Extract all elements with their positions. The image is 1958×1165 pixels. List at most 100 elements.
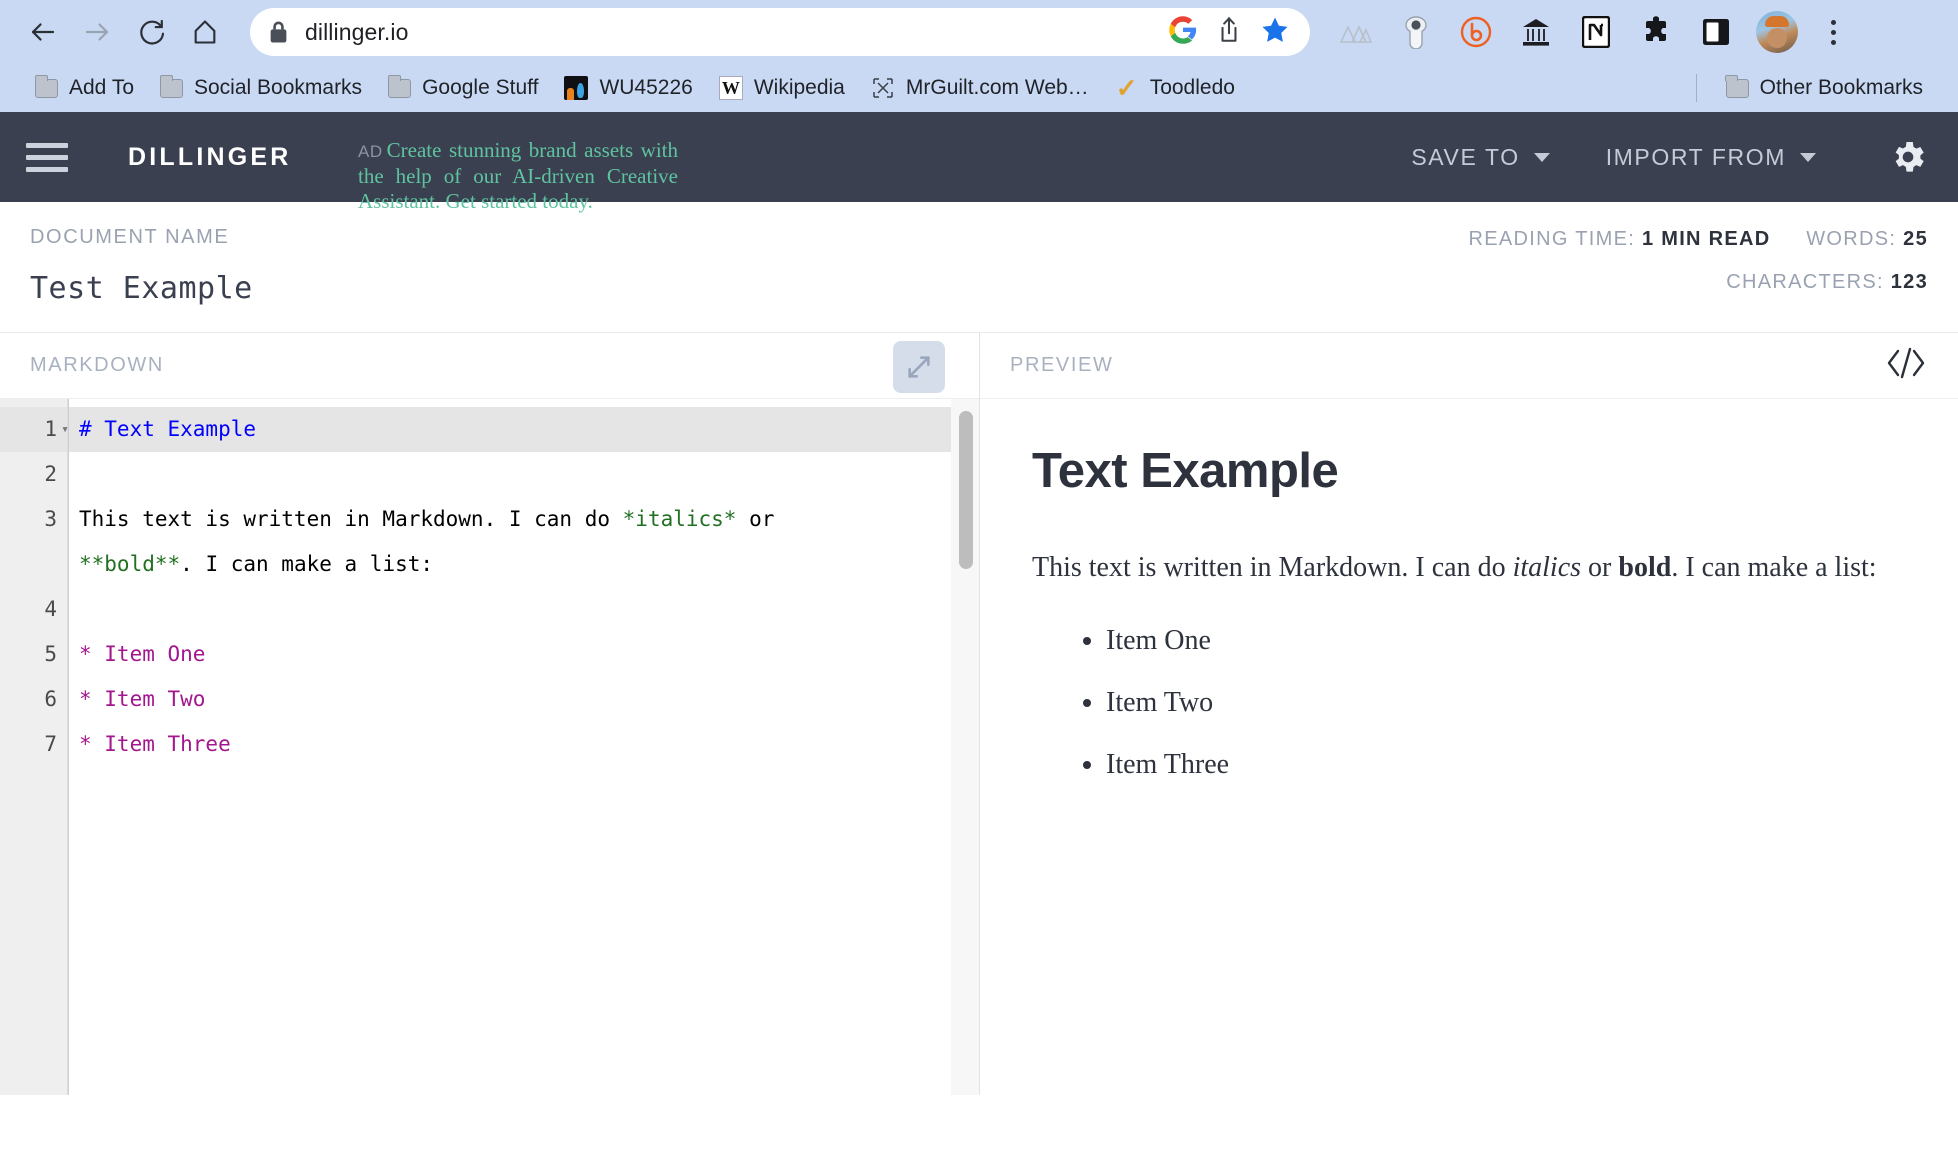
folder-icon <box>160 79 183 98</box>
mrguilt-icon <box>871 76 895 100</box>
google-g-glyph <box>1168 15 1198 45</box>
bookmark-star-icon[interactable] <box>1260 15 1290 50</box>
mountains-glyph <box>1339 19 1373 45</box>
app-header: DILLINGER ADCreate stunning brand assets… <box>0 112 1958 202</box>
code-line-6[interactable]: * Item Two <box>69 677 979 722</box>
browser-nav-bar: dillinger.io <box>0 0 1958 64</box>
lock-glyph <box>268 20 289 44</box>
md-text: . I can make a list: <box>180 552 433 576</box>
app-header-actions: SAVE TO IMPORT FROM <box>1383 137 1928 177</box>
code-line-2[interactable] <box>69 452 979 497</box>
bookmark-label: Wikipedia <box>754 76 845 100</box>
code-line-5[interactable]: * Item One <box>69 632 979 677</box>
gear-icon <box>1888 137 1928 177</box>
sidepanel-glyph <box>1701 17 1731 47</box>
bookmark-add-to[interactable]: Add To <box>22 72 147 104</box>
words-label: WORDS: <box>1806 228 1896 250</box>
folder-icon <box>388 79 411 98</box>
bank-icon[interactable] <box>1516 12 1556 52</box>
md-text: This text is written in Markdown. I can … <box>79 507 623 531</box>
bitly-glyph <box>1460 16 1492 48</box>
url-text: dillinger.io <box>305 19 1168 46</box>
line-number: 4 <box>0 542 67 632</box>
share-icon[interactable] <box>1216 16 1242 49</box>
document-stats: READING TIME: 1 MIN READ WORDS: 25 CHARA… <box>1469 228 1928 294</box>
line-number: 2 <box>0 452 67 497</box>
bookmark-toodledo[interactable]: ✓ Toodledo <box>1102 72 1248 104</box>
words-value: 25 <box>1903 228 1928 250</box>
md-list-token: * Item One <box>79 642 205 666</box>
notion-icon[interactable] <box>1576 12 1616 52</box>
extensions-puzzle-icon[interactable] <box>1636 12 1676 52</box>
share-glyph <box>1216 16 1242 44</box>
back-button[interactable] <box>18 7 68 57</box>
star-glyph <box>1260 15 1290 45</box>
preview-bold: bold <box>1618 552 1671 583</box>
save-to-label: SAVE TO <box>1411 144 1519 171</box>
bookmark-social-bookmarks[interactable]: Social Bookmarks <box>147 72 375 104</box>
bitly-icon[interactable] <box>1456 12 1496 52</box>
mountains-icon[interactable] <box>1336 12 1376 52</box>
code-line-3a[interactable]: This text is written in Markdown. I can … <box>69 497 979 542</box>
markdown-editor[interactable]: 1▾ 2 3 4 5 6 7 # Text Example This text … <box>0 399 979 1095</box>
forward-button[interactable] <box>72 7 122 57</box>
bookmarks-divider <box>1696 74 1697 102</box>
bookmark-mrguilt[interactable]: MrGuilt.com Web… <box>858 72 1102 104</box>
code-area[interactable]: # Text Example This text is written in M… <box>68 399 979 1095</box>
md-heading-token: # Text Example <box>79 417 256 441</box>
preview-text-mid: or <box>1581 552 1618 583</box>
expand-editor-button[interactable] <box>893 341 945 393</box>
address-bar[interactable]: dillinger.io <box>250 8 1310 56</box>
code-line-4[interactable] <box>69 587 979 632</box>
code-line-7[interactable]: * Item Three <box>69 722 979 767</box>
md-list-token: * Item Three <box>79 732 231 756</box>
line-number: 5 <box>0 632 67 677</box>
save-to-menu[interactable]: SAVE TO <box>1383 144 1577 171</box>
browser-chrome: dillinger.io <box>0 0 1958 112</box>
settings-button[interactable] <box>1888 137 1928 177</box>
editor-scrollbar-thumb[interactable] <box>959 411 973 569</box>
md-bold-token: **bold** <box>79 552 180 576</box>
editor-scrollbar[interactable] <box>951 399 979 1095</box>
expand-arrows-icon <box>905 353 933 381</box>
bookmark-other-bookmarks[interactable]: Other Bookmarks <box>1713 72 1936 104</box>
view-html-button[interactable] <box>1884 343 1928 389</box>
checkmark-icon: ✓ <box>1115 76 1139 100</box>
reload-button[interactable] <box>126 7 176 57</box>
import-from-menu[interactable]: IMPORT FROM <box>1578 144 1844 171</box>
bookmark-label: WU45226 <box>599 76 692 100</box>
weather-underground-icon <box>564 76 588 100</box>
google-icon[interactable] <box>1168 15 1198 50</box>
bookmark-wikipedia[interactable]: W Wikipedia <box>706 72 858 104</box>
stats-row-characters: CHARACTERS: 123 <box>1469 271 1928 294</box>
code-line-1[interactable]: # Text Example <box>69 407 979 452</box>
extensions-strip <box>1336 11 1848 53</box>
angle-brackets-icon <box>1884 343 1928 383</box>
line-number: 3 <box>0 497 67 542</box>
list-item: Item Two <box>1106 682 1906 724</box>
editor-preview-panes: MARKDOWN 1▾ 2 3 4 5 6 7 # Text Example <box>0 332 1958 1095</box>
bookmark-label: Other Bookmarks <box>1760 76 1923 100</box>
chevron-down-icon <box>1534 153 1550 162</box>
line-number-gutter: 1▾ 2 3 4 5 6 7 <box>0 399 68 1095</box>
bookmark-wu45226[interactable]: WU45226 <box>551 72 705 104</box>
app-brand-logo: DILLINGER <box>128 143 292 172</box>
preview-italic: italics <box>1513 552 1581 583</box>
menu-hamburger-button[interactable] <box>26 143 68 172</box>
home-button[interactable] <box>180 7 230 57</box>
coffee-glyph <box>1401 15 1431 49</box>
line-number: 6 <box>0 677 67 722</box>
reload-icon <box>137 18 166 47</box>
characters-label: CHARACTERS: <box>1726 271 1884 293</box>
ad-banner[interactable]: ADCreate stunning brand assets with the … <box>358 138 678 215</box>
forward-arrow-icon <box>82 17 112 47</box>
avatar[interactable] <box>1756 11 1798 53</box>
browser-menu-button[interactable] <box>1818 20 1848 45</box>
sidepanel-icon[interactable] <box>1696 12 1736 52</box>
list-item: Item Three <box>1106 744 1906 786</box>
bookmark-label: Toodledo <box>1150 76 1235 100</box>
bookmark-google-stuff[interactable]: Google Stuff <box>375 72 551 104</box>
coffee-icon[interactable] <box>1396 12 1436 52</box>
document-info-bar: DOCUMENT NAME Test Example READING TIME:… <box>0 202 1958 332</box>
code-line-3b[interactable]: **bold**. I can make a list: <box>69 542 979 587</box>
